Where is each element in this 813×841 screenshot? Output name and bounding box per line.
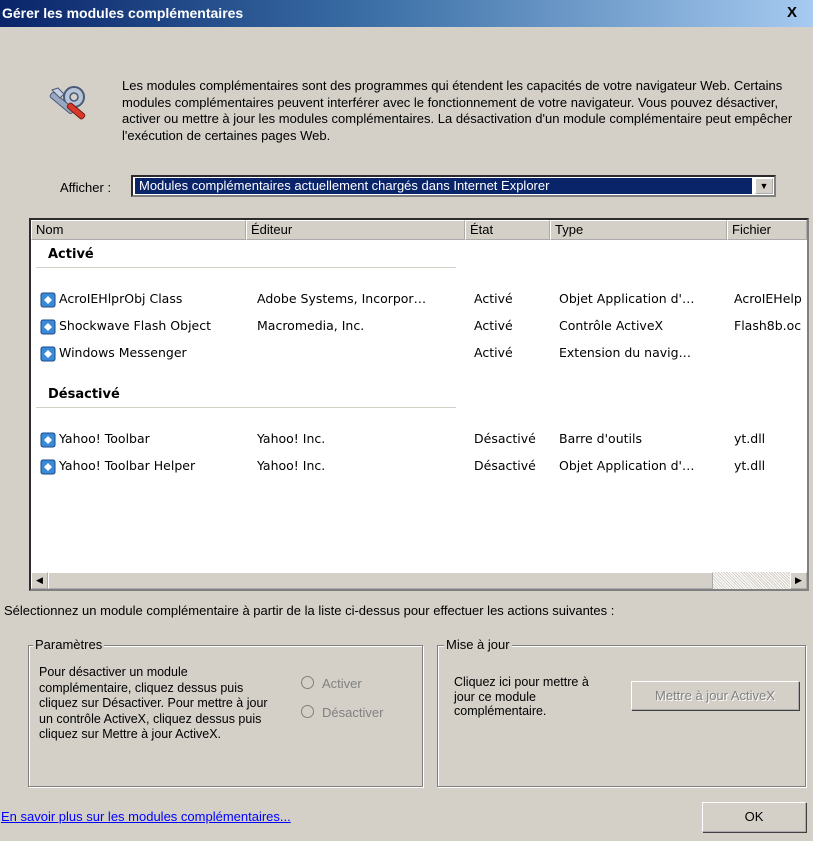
radio-icon <box>301 676 314 689</box>
radio-activer[interactable]: Activer <box>301 676 362 691</box>
update-activex-button[interactable]: Mettre à jour ActiveX <box>631 681 799 710</box>
ok-button[interactable]: OK <box>702 802 806 832</box>
tools-icon <box>44 80 94 130</box>
window-title: Gérer les modules complémentaires <box>2 5 244 21</box>
parametres-group: Paramètres Pour désactiver un module com… <box>28 637 423 787</box>
mise-a-jour-group: Mise à jour Cliquez ici pour mettre à jo… <box>437 637 806 787</box>
column-type[interactable]: Type <box>550 220 727 240</box>
addon-name: Yahoo! Toolbar Helper <box>59 458 196 473</box>
scroll-track[interactable] <box>713 572 790 589</box>
selection-hint: Sélectionnez un module complémentaire à … <box>4 603 615 618</box>
parametres-legend: Paramètres <box>33 637 105 652</box>
addon-name: AcroIEHlprObj Class <box>59 291 183 306</box>
addon-name: Shockwave Flash Object <box>59 318 212 333</box>
list-item[interactable]: Shockwave Flash Object Macromedia, Inc. … <box>31 318 807 336</box>
column-editeur[interactable]: Éditeur <box>246 220 465 240</box>
addon-name: Yahoo! Toolbar <box>59 431 150 446</box>
close-button[interactable]: X <box>782 4 802 22</box>
addon-publisher: Macromedia, Inc. <box>257 318 365 333</box>
chevron-down-icon[interactable]: ▼ <box>755 178 773 194</box>
addon-icon <box>40 459 56 475</box>
radio-desactiver[interactable]: Désactiver <box>301 705 383 720</box>
mise-a-jour-legend: Mise à jour <box>444 637 512 652</box>
addon-icon <box>40 292 56 308</box>
addon-publisher: Yahoo! Inc. <box>257 431 326 446</box>
addon-icon <box>40 432 56 448</box>
addon-status: Activé <box>474 291 513 306</box>
radio-icon <box>301 705 314 718</box>
addon-publisher: Yahoo! Inc. <box>257 458 326 473</box>
group-divider <box>36 267 456 268</box>
addon-status: Désactivé <box>474 431 536 446</box>
filter-selected-value: Modules complémentaires actuellement cha… <box>135 178 752 194</box>
horizontal-scrollbar[interactable]: ◀ ▶ <box>31 572 807 589</box>
addon-type: Objet Application d'… <box>559 291 695 306</box>
addon-icon <box>40 319 56 335</box>
addon-status: Désactivé <box>474 458 536 473</box>
addon-file: yt.dll <box>734 431 766 446</box>
column-nom[interactable]: Nom <box>31 220 246 240</box>
list-item[interactable]: Windows Messenger Activé Extension du na… <box>31 345 807 363</box>
column-etat[interactable]: État <box>465 220 550 240</box>
group-divider <box>36 407 456 408</box>
list-item[interactable]: Yahoo! Toolbar Helper Yahoo! Inc. Désact… <box>31 458 807 476</box>
addon-status: Activé <box>474 345 513 360</box>
scroll-thumb[interactable] <box>48 572 713 589</box>
addon-name: Windows Messenger <box>59 345 187 360</box>
group-header-active: Activé <box>48 247 94 262</box>
radio-desactiver-label: Désactiver <box>322 705 384 720</box>
intro-description: Les modules complémentaires sont des pro… <box>122 78 793 143</box>
learn-more-link[interactable]: En savoir plus sur les modules complémen… <box>1 809 291 824</box>
addon-file: yt.dll <box>734 458 766 473</box>
addon-file: Flash8b.oc <box>734 318 802 333</box>
parametres-description: Pour désactiver un module complémentaire… <box>39 665 268 741</box>
filter-select[interactable]: Modules complémentaires actuellement cha… <box>131 175 776 197</box>
radio-activer-label: Activer <box>322 676 362 691</box>
addon-type: Contrôle ActiveX <box>559 318 664 333</box>
title-bar[interactable]: Gérer les modules complémentaires X <box>0 0 813 27</box>
addon-type: Objet Application d'… <box>559 458 695 473</box>
scroll-right-icon[interactable]: ▶ <box>790 572 807 589</box>
addon-publisher: Adobe Systems, Incorpor… <box>257 291 427 306</box>
list-header: Nom Éditeur État Type Fichier <box>31 220 807 240</box>
addon-status: Activé <box>474 318 513 333</box>
addon-list[interactable]: Nom Éditeur État Type Fichier Activé Acr… <box>29 218 809 591</box>
addon-type: Barre d'outils <box>559 431 642 446</box>
addon-icon <box>40 346 56 362</box>
addon-type: Extension du navig… <box>559 345 692 360</box>
group-header-disabled: Désactivé <box>48 387 120 402</box>
list-item[interactable]: AcroIEHlprObj Class Adobe Systems, Incor… <box>31 291 807 309</box>
scroll-left-icon[interactable]: ◀ <box>31 572 48 589</box>
addon-file: AcroIEHelp <box>734 291 802 306</box>
list-item[interactable]: Yahoo! Toolbar Yahoo! Inc. Désactivé Bar… <box>31 431 807 449</box>
mise-a-jour-description: Cliquez ici pour mettre à jour ce module… <box>454 675 589 718</box>
column-fichier[interactable]: Fichier <box>727 220 807 240</box>
filter-label: Afficher : <box>60 180 112 195</box>
